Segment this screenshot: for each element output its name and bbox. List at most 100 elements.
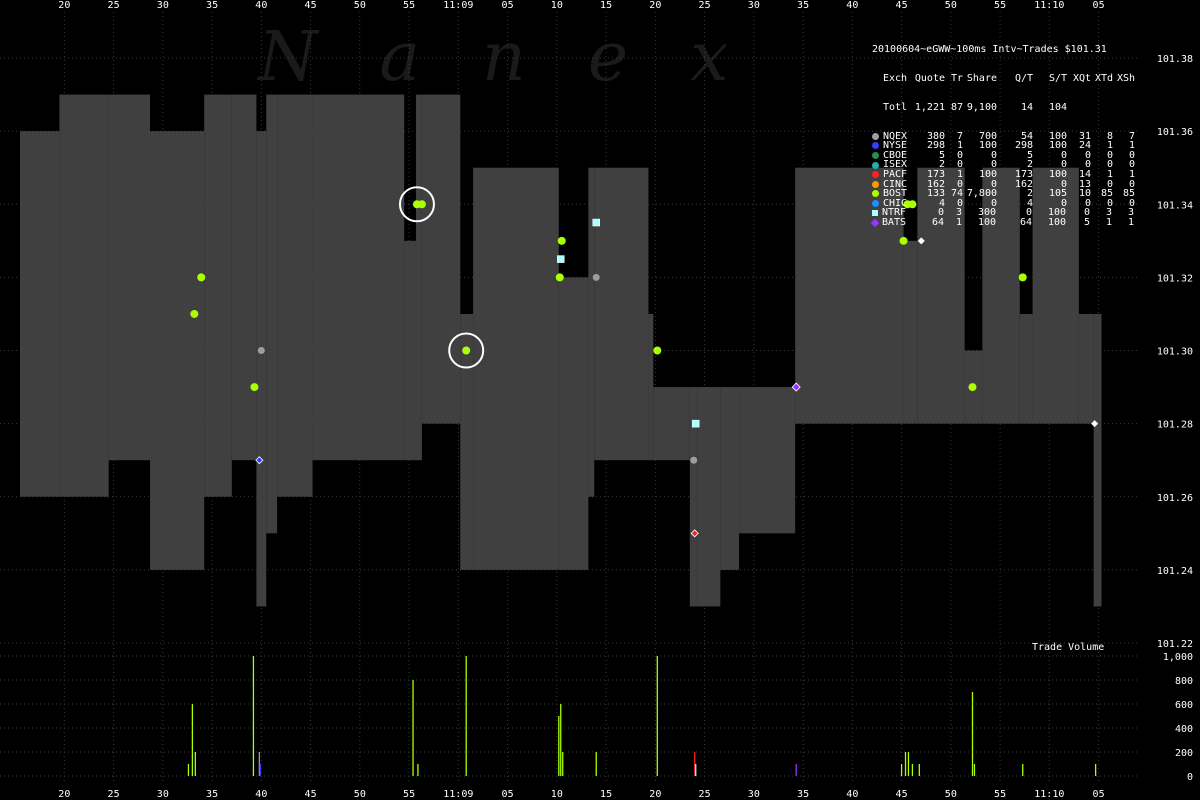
bid-ask-band-segment: [1078, 313, 1094, 424]
bid-ask-band-segment: [588, 167, 595, 497]
legend-cell-exch: BATS: [882, 216, 907, 228]
x-tick-label-bottom: 40: [846, 789, 858, 800]
legend-cell-xqt: 5: [1083, 216, 1090, 228]
legend-row-nqex: NQEX 380 7 700 54 100 31 8 7: [872, 131, 1135, 142]
x-tick-label-top: 35: [797, 0, 809, 11]
x-tick-label-top: 55: [403, 0, 415, 11]
bost-marker-icon: [872, 190, 879, 198]
bid-ask-band-segment: [903, 240, 918, 424]
price-axis-label: 101.34: [1157, 200, 1193, 211]
bost-trade-marker: [190, 309, 199, 318]
volume-axis-label: 600: [1175, 700, 1193, 711]
legend-header-cell: Exch: [883, 72, 908, 84]
x-tick-label-top: 10: [551, 0, 563, 11]
x-tick-label-top: 11:10: [1034, 0, 1064, 11]
bid-ask-band-segment: [594, 167, 649, 461]
x-tick-label-bottom: 11:09: [443, 789, 473, 800]
x-tick-label-bottom: 30: [157, 789, 169, 800]
bid-ask-band-segment: [108, 94, 151, 461]
legend-cell-st: 100: [1047, 216, 1066, 228]
x-tick-label-top: 05: [502, 0, 514, 11]
legend-header-cell: XTd: [1094, 72, 1113, 84]
x-tick-label-bottom: 40: [255, 789, 267, 800]
x-tick-label-top: 15: [600, 0, 612, 11]
bid-ask-band-segment: [204, 94, 232, 497]
x-tick-label-bottom: 30: [748, 789, 760, 800]
legend-total-cell: Totl: [883, 101, 908, 113]
x-tick-label-top: 20: [58, 0, 70, 11]
price-axis-label: 101.28: [1157, 420, 1193, 431]
chic-marker-icon: [872, 199, 879, 207]
x-tick-label-bottom: 50: [945, 789, 957, 800]
x-tick-label-bottom: 45: [305, 789, 317, 800]
nyse-marker-icon: [872, 142, 879, 150]
legend-row-isex: ISEX 2 0 0 2 0 0 0 0: [872, 160, 1135, 170]
pacf-marker-icon: [872, 171, 879, 179]
nqex-trade-marker: [592, 273, 600, 281]
legend-total-cell: 14: [1020, 101, 1033, 113]
exchange-legend: 20100604~eGWW~100ms Intv~Trades $101.31 …: [870, 26, 1135, 237]
bid-ask-band-segment: [312, 94, 405, 461]
price-axis-label: 101.36: [1157, 127, 1193, 138]
legend-header-cell: XQt: [1072, 72, 1091, 84]
x-tick-label-top: 25: [699, 0, 711, 11]
x-tick-label-top: 40: [846, 0, 858, 11]
bid-ask-band-segment: [720, 387, 740, 570]
bid-ask-band-segment: [404, 240, 416, 461]
x-tick-label-bottom: 55: [403, 789, 415, 800]
x-tick-label-bottom: 15: [600, 789, 612, 800]
x-tick-label-top: 30: [748, 0, 760, 11]
bost-trade-marker: [417, 200, 426, 209]
bid-ask-band-segment: [653, 387, 690, 461]
x-tick-label-bottom: 35: [206, 789, 218, 800]
bost-trade-marker: [653, 346, 662, 355]
ntrf-marker-icon: [872, 210, 878, 217]
x-tick-label-top: 30: [157, 0, 169, 11]
bost-trade-marker: [1018, 273, 1027, 282]
price-axis-label: 101.38: [1157, 54, 1193, 65]
legend-row-cinc: CINC 162 0 0 162 0 13 0 0: [872, 179, 1135, 190]
x-tick-label-bottom: 05: [502, 789, 514, 800]
price-axis-label: 101.32: [1157, 273, 1193, 284]
x-tick-label-top: 50: [945, 0, 957, 11]
x-tick-label-top: 50: [354, 0, 366, 11]
legend-cell-share: 100: [977, 216, 996, 228]
x-tick-label-top: 55: [994, 0, 1006, 11]
volume-axis-label: 1,000: [1163, 652, 1193, 663]
legend-cell-xtd: 1: [1105, 216, 1112, 228]
bid-ask-band-segment: [150, 131, 205, 570]
x-tick-label-top: 20: [649, 0, 661, 11]
nqex-trade-marker: [690, 456, 698, 464]
price-axis-label: 101.30: [1157, 347, 1193, 358]
bid-ask-band-segment: [421, 94, 461, 424]
nqex-marker-icon: [872, 132, 879, 140]
bost-trade-marker: [968, 383, 977, 392]
price-axis-label: 101.26: [1157, 493, 1193, 504]
bost-trade-marker: [555, 273, 564, 282]
bost-trade-marker: [899, 236, 908, 245]
legend-total-cell: 1,221: [914, 101, 945, 113]
volume-axis-label: 400: [1175, 724, 1193, 735]
volume-axis-label: 200: [1175, 748, 1193, 759]
x-tick-label-bottom: 20: [649, 789, 661, 800]
x-tick-label-top: 45: [896, 0, 908, 11]
legend-row-pacf: PACF 173 1 100 173 100 14 1 1: [872, 170, 1135, 180]
ntrf-trade-marker: [557, 255, 565, 263]
volume-axis-label: 800: [1175, 676, 1193, 687]
bost-trade-marker: [462, 346, 471, 355]
nqex-trade-marker: [257, 347, 265, 354]
x-tick-label-bottom: 11:10: [1034, 789, 1064, 800]
x-tick-label-bottom: 10: [551, 789, 563, 800]
legend-header-cell: Quote: [914, 72, 945, 84]
x-tick-label-top: 25: [108, 0, 120, 11]
x-tick-label-bottom: 50: [354, 789, 366, 800]
volume-panel-label: Trade Volume: [1032, 642, 1105, 653]
legend-header: Exch Quote Tr Share Q/T S/T XQt XTd XSh: [872, 74, 1135, 84]
legend-header-cell: Tr: [950, 72, 963, 84]
legend-row-bost: BOST 133 74 7,800 2 105 10 85 85: [872, 189, 1135, 199]
legend-total-cell: 104: [1048, 101, 1067, 113]
volume-axis-label: 0: [1187, 772, 1193, 783]
legend-title: 20100604~eGWW~100ms Intv~Trades $101.31: [872, 44, 1107, 56]
legend-header-cell: Share: [966, 72, 997, 84]
bost-trade-marker: [197, 273, 206, 282]
